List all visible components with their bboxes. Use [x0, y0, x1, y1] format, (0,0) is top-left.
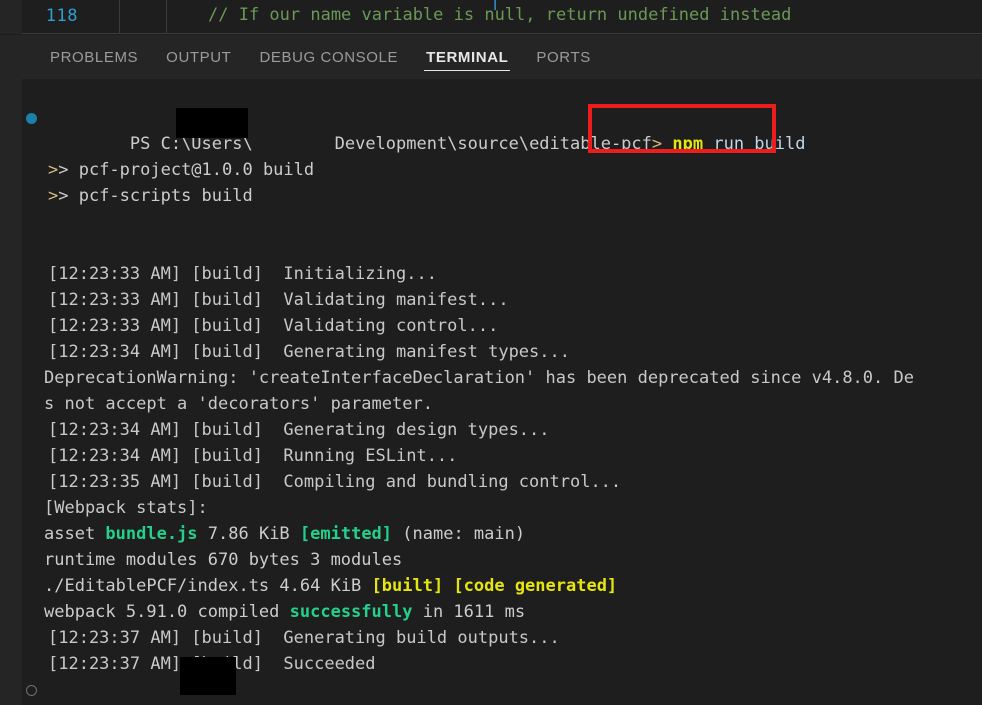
editor-line-number[interactable]: 118: [38, 6, 78, 26]
panel-tabbar: PROBLEMS OUTPUT DEBUG CONSOLE TERMINAL P…: [22, 35, 982, 79]
deprecation-warning-line-1: DeprecationWarning: 'createInterfaceDecl…: [44, 368, 914, 388]
webpack-runtime-line: runtime modules 670 bytes 3 modules: [44, 550, 403, 570]
gutter-divider-two: [166, 0, 167, 34]
compiled-status: successfully: [289, 602, 413, 622]
editor-code-comment[interactable]: // If our name variable is null, return …: [208, 5, 791, 25]
tab-debug-console[interactable]: DEBUG CONSOLE: [245, 35, 412, 79]
terminal-spacer-2: [22, 209, 982, 235]
npm-line-2-text: > pcf-scripts build: [58, 186, 253, 206]
panel-left-rail: [0, 35, 22, 705]
tab-terminal[interactable]: TERMINAL: [412, 35, 522, 79]
build-log-line: [12:23:37 AM] [build] Generating build o…: [48, 628, 560, 648]
asset-name: bundle.js: [105, 524, 198, 544]
npm-line-1-text: > pcf-project@1.0.0 build: [58, 160, 315, 180]
module-size: 4.64 KiB: [269, 576, 372, 596]
terminal-spacer-1: [22, 131, 982, 157]
build-log-line: [12:23:33 AM] [build] Validating control…: [48, 316, 499, 336]
webpack-stats-header: [Webpack stats]:: [44, 498, 208, 518]
vscode-window: | 118 // If our name variable is null, r…: [0, 0, 982, 705]
editor-gutter: [0, 0, 22, 34]
webpack-asset-line: asset bundle.js 7.86 KiB [emitted] (name…: [22, 521, 982, 547]
module-flags-badge: [built] [code generated]: [371, 576, 618, 596]
compiled-suffix: in 1611 ms: [412, 602, 526, 622]
compiled-prefix: webpack 5.91.0 compiled: [44, 602, 290, 622]
module-path: ./EditablePCF/index.ts: [44, 576, 270, 596]
terminal-spacer-top: [22, 79, 982, 105]
asset-emitted-badge: [emitted]: [299, 524, 393, 544]
redaction-box-username-bottom: [180, 657, 236, 695]
build-log-line: [12:23:37 AM] [build] Succeeded: [48, 654, 376, 674]
asset-suffix: (name: main): [392, 524, 526, 544]
redaction-box-username-top: [176, 108, 248, 138]
tab-output[interactable]: OUTPUT: [152, 35, 245, 79]
tab-ports[interactable]: PORTS: [522, 35, 604, 79]
terminal-command-prompt-line: PS C:\Users\ Development\source\editable…: [22, 105, 982, 154]
asset-size: 7.86 KiB: [197, 524, 300, 544]
build-log-line: [12:23:33 AM] [build] Initializing...: [48, 264, 437, 284]
deprecation-warning-line-2: s not accept a 'decorators' parameter.: [44, 394, 433, 414]
npm-script-line-2: >> pcf-scripts build: [48, 186, 253, 206]
webpack-compiled-line: webpack 5.91.0 compiled successfully in …: [22, 599, 982, 625]
build-log-line: [12:23:34 AM] [build] Generating design …: [48, 420, 550, 440]
asset-prefix: asset: [44, 524, 106, 544]
npm-script-line-1: >> pcf-project@1.0.0 build: [48, 160, 315, 180]
bottom-panel: PROBLEMS OUTPUT DEBUG CONSOLE TERMINAL P…: [0, 35, 982, 705]
build-log-line: [12:23:33 AM] [build] Validating manifes…: [48, 290, 509, 310]
build-log-line: [12:23:35 AM] [build] Compiling and bund…: [48, 472, 622, 492]
terminal-spacer-3: [22, 235, 982, 261]
gutter-divider-one: [119, 0, 120, 34]
editor-line-strip: | 118 // If our name variable is null, r…: [0, 0, 982, 34]
webpack-module-line: ./EditablePCF/index.ts 4.64 KiB [built] …: [22, 573, 982, 599]
tab-problems[interactable]: PROBLEMS: [36, 35, 152, 79]
build-log-line: [12:23:34 AM] [build] Generating manifes…: [48, 342, 570, 362]
command-success-decoration-icon: [26, 113, 37, 124]
prompt-idle-decoration-icon: [26, 685, 37, 696]
build-log-line: [12:23:34 AM] [build] Running ESLint...: [48, 446, 458, 466]
terminal-final-prompt-line[interactable]: PS C:\Users\ \Development\source\editabl…: [22, 677, 982, 703]
terminal-output[interactable]: PS C:\Users\ Development\source\editable…: [22, 79, 982, 705]
